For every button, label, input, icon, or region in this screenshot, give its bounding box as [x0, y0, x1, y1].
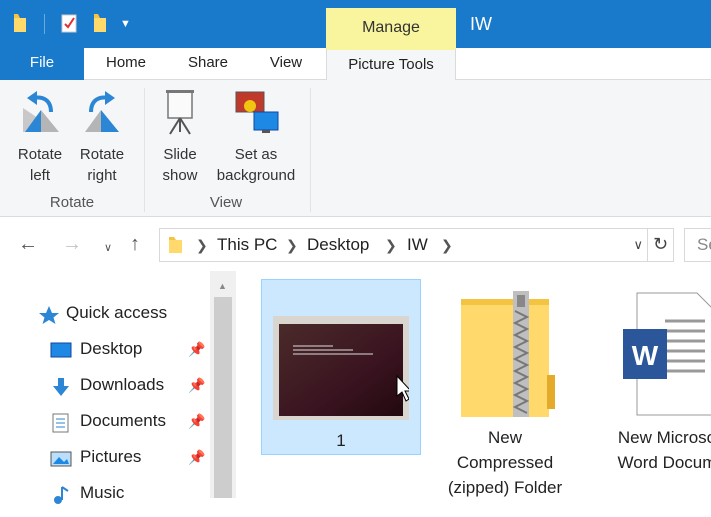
pin-icon[interactable]: 📌 [188, 440, 205, 474]
slide-show-button[interactable]: Slide show [156, 88, 204, 186]
tab-share[interactable]: Share [166, 48, 250, 80]
rotate-right-label: Rotate right [79, 146, 125, 184]
breadcrumb-chevron-icon[interactable]: ❯ [385, 235, 397, 255]
tab-manage[interactable]: Manage [326, 8, 456, 50]
group-separator [310, 88, 311, 212]
word-document-icon: W [623, 292, 711, 416]
search-input[interactable]: Se [684, 228, 711, 262]
set-as-background-button[interactable]: Set as background [210, 88, 302, 186]
music-icon [50, 483, 72, 517]
rotate-right-icon [85, 91, 119, 132]
tab-picture-tools[interactable]: Picture Tools [326, 48, 456, 81]
navigation-pane: Quick access Desktop 📌 Downloads 📌 Docum… [0, 271, 237, 504]
breadcrumb-this-pc[interactable]: This PC [217, 234, 277, 256]
folder-icon [168, 235, 184, 260]
slide-show-label: Slide show [162, 146, 198, 184]
file-name: 1 [336, 431, 346, 450]
file-item-image[interactable]: 1 [261, 279, 421, 455]
nav-item-label: Music [80, 483, 125, 502]
image-thumbnail [273, 316, 409, 420]
breadcrumb-chevron-icon[interactable]: ❯ [286, 235, 298, 255]
nav-item-label: Quick access [66, 303, 168, 322]
ribbon-tabs: File Home Share View Picture Tools [0, 48, 711, 81]
nav-item-downloads[interactable]: Downloads 📌 [50, 368, 210, 402]
pin-icon[interactable]: 📌 [188, 404, 205, 438]
nav-item-label: Documents [80, 411, 166, 430]
customize-toolbar-dropdown-icon[interactable]: ▼ [120, 17, 131, 31]
address-history-chevron-icon[interactable]: ∨ [633, 236, 643, 254]
scroll-up-icon[interactable]: ▲ [218, 281, 227, 291]
rotate-left-icon [23, 91, 59, 132]
nav-item-documents[interactable]: Documents 📌 [50, 404, 210, 438]
breadcrumb-chevron-icon[interactable]: ❯ [441, 235, 453, 255]
tab-home[interactable]: Home [86, 48, 166, 80]
ribbon: Rotate left Rotate right Slide show Set … [0, 80, 711, 217]
group-separator [144, 88, 145, 212]
slide-show-icon [166, 90, 194, 135]
nav-item-label: Pictures [80, 447, 142, 466]
new-folder-icon[interactable] [92, 12, 108, 34]
rotate-left-button[interactable]: Rotate left [14, 88, 66, 186]
refresh-icon[interactable]: ↻ [647, 229, 673, 261]
up-arrow-icon[interactable]: ↑ [130, 233, 140, 255]
nav-item-desktop[interactable]: Desktop 📌 [50, 332, 210, 366]
nav-item-pictures[interactable]: Pictures 📌 [50, 440, 210, 474]
rotate-group-label: Rotate [49, 194, 95, 211]
navigation-scrollbar[interactable]: ▲ [210, 271, 236, 498]
scrollbar-thumb[interactable] [214, 297, 232, 498]
window-title: IW [470, 14, 492, 34]
folder-icon[interactable] [12, 12, 28, 34]
file-name: New Compressed (zipped) Folder [447, 428, 563, 497]
file-name: New Microso Word Docum [617, 428, 711, 472]
back-arrow-icon[interactable]: ← [18, 233, 38, 255]
recent-locations-chevron-icon[interactable]: ∨ [104, 237, 112, 259]
file-item-zip[interactable]: New Compressed (zipped) Folder [425, 279, 585, 500]
forward-arrow-icon[interactable]: → [62, 233, 82, 255]
breadcrumb-chevron-icon[interactable]: ❯ [196, 235, 208, 255]
address-bar[interactable]: ❯ This PC ❯ Desktop ❯ IW ❯ ∨ ↻ [159, 228, 674, 262]
breadcrumb-desktop[interactable]: Desktop [307, 234, 369, 256]
rotate-right-button[interactable]: Rotate right [76, 88, 128, 186]
zip-folder-icon [461, 291, 555, 417]
navigation-bar: ← → ∨ ↑ ❯ This PC ❯ Desktop ❯ IW ❯ ∨ ↻ S… [0, 217, 711, 271]
rotate-left-label: Rotate left [17, 146, 63, 184]
set-as-background-label: Set as background [216, 146, 296, 184]
properties-icon[interactable] [60, 12, 77, 34]
title-bar: ▼ Manage IW [0, 0, 711, 50]
view-group-label: View [209, 194, 243, 211]
pin-icon[interactable]: 📌 [188, 332, 205, 366]
file-list: 1 New Compressed (zipped) Folder W New M… [237, 271, 711, 498]
set-background-icon [235, 91, 279, 133]
nav-item-music[interactable]: Music [50, 476, 210, 510]
toolbar-separator [44, 14, 45, 34]
search-placeholder: Se [697, 235, 711, 254]
file-item-word-document[interactable]: W New Microso Word Docum [587, 279, 711, 475]
nav-item-label: Desktop [80, 339, 143, 358]
pin-icon[interactable]: 📌 [188, 368, 205, 402]
word-logo-letter: W [632, 340, 659, 371]
tab-view[interactable]: View [250, 48, 322, 80]
nav-item-label: Downloads [80, 375, 165, 394]
tab-file[interactable]: File [0, 48, 84, 80]
breadcrumb-iw[interactable]: IW [407, 234, 428, 256]
